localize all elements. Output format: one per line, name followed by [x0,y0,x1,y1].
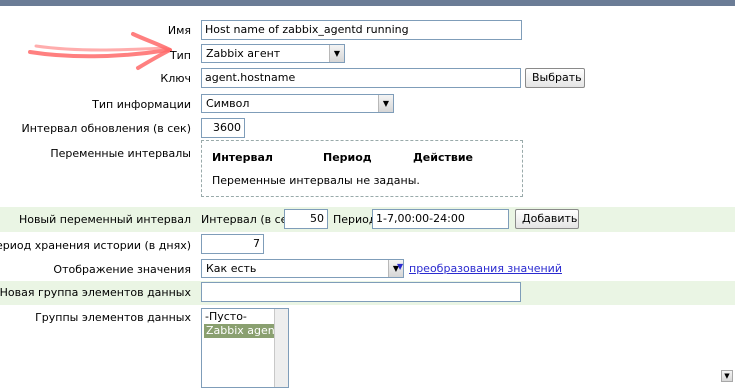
flex-intervals-label: Переменные интервалы [50,147,191,160]
flex-intervals-table: Интервал Период Действие Переменные инте… [201,140,523,197]
flex-intervals-empty: Переменные интервалы не заданы. [212,174,420,187]
new-flex-period-input[interactable]: 1-7,00:00-24:00 [372,209,509,229]
row-key: Ключ agent.hostname Выбрать [0,68,735,89]
add-flex-interval-button[interactable]: Добавить [515,209,579,229]
scroll-down-icon[interactable]: ▼ [721,370,733,382]
application-option-selected[interactable]: Zabbix agent [204,324,279,338]
row-history: Период хранения истории (в днях) 7 [0,234,735,255]
new-app-label: Новая группа элементов данных [0,286,191,299]
new-app-input[interactable] [201,282,521,302]
update-interval-input[interactable]: 3600 [201,118,245,138]
history-input[interactable]: 7 [201,234,264,254]
row-show-value: Отображение значения Как есть ▼ ▼ преобр… [0,259,735,280]
new-flex-period-label: Период [333,213,377,226]
select-key-button[interactable]: Выбрать [525,68,585,88]
history-label: Период хранения истории (в днях) [0,239,191,252]
show-value-select-value: Как есть [206,262,257,275]
row-new-app: Новая группа элементов данных [0,281,735,305]
update-interval-label: Интервал обновления (в сек) [21,122,191,135]
new-flex-label: Новый переменный интервал [18,213,191,226]
listbox-scrollbar[interactable] [274,309,288,387]
row-info-type: Тип информации Символ ▼ [0,94,735,115]
info-type-select-value: Символ [206,97,250,110]
chevron-down-icon: ▼ [329,45,344,62]
top-bar [0,0,735,6]
info-type-label: Тип информации [92,98,191,111]
chevron-down-icon: ▼ [378,95,393,112]
name-label: Имя [167,24,191,37]
column-action: Действие [413,151,473,164]
value-mapping-link[interactable]: преобразования значений [409,262,562,275]
link-marker-icon: ▼ [397,262,404,271]
row-new-flex: Новый переменный интервал Интервал (в се… [0,207,735,232]
info-type-select[interactable]: Символ ▼ [201,94,394,113]
new-flex-interval-input[interactable]: 50 [284,209,328,229]
row-update-interval: Интервал обновления (в сек) 3600 [0,118,735,139]
type-label: Тип [169,49,191,62]
show-value-select[interactable]: Как есть ▼ [201,259,404,278]
name-input[interactable]: Host name of zabbix_agentd running [201,20,522,40]
row-name: Имя Host name of zabbix_agentd running [0,20,735,41]
column-interval: Интервал [212,151,273,164]
column-period: Период [323,151,372,164]
applications-listbox[interactable]: -Пусто- Zabbix agent [201,308,289,388]
show-value-label: Отображение значения [53,263,191,276]
row-type: Тип Zabbix агент ▼ [0,44,735,65]
type-select[interactable]: Zabbix агент ▼ [201,44,345,63]
key-input[interactable]: agent.hostname [201,68,521,88]
applications-label: Группы элементов данных [35,311,191,324]
key-label: Ключ [160,72,191,85]
type-select-value: Zabbix агент [206,47,281,60]
